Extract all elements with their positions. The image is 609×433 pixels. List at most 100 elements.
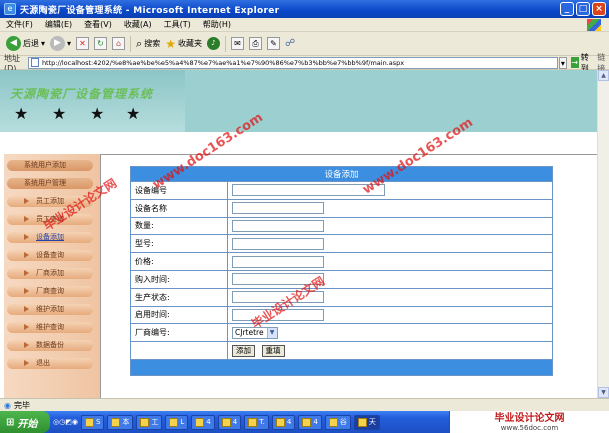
taskbar-item[interactable]: 4 [191,414,215,430]
star-icon: ★ [52,104,67,123]
go-arrow-icon: → [570,57,579,68]
messenger-icon[interactable]: ☍ [285,38,295,49]
chevron-down-icon: ▾ [41,39,46,48]
sidebar-item-data-backup[interactable]: 数据备份 [4,338,96,352]
maximize-icon[interactable]: □ [576,2,590,16]
ie-icon: e [4,3,16,15]
arrow-icon [24,360,29,366]
menu-edit[interactable]: 编辑(E) [39,19,78,30]
menu-tools[interactable]: 工具(T) [158,19,197,30]
taskbar-item[interactable]: 4 [217,414,242,430]
menu-favorites[interactable]: 收藏(A) [118,19,158,30]
star-icon: ★ [90,104,105,123]
sidebar-item-maintenance-add[interactable]: 维护添加 [4,302,96,316]
forward-arrow-icon: ▶ [50,36,66,51]
menu-bar: 文件(F) 编辑(E) 查看(V) 收藏(A) 工具(T) 帮助(H) [0,18,609,32]
chevron-down-icon: ▾ [67,39,72,48]
taskbar-item[interactable]: T. [244,414,269,430]
address-input[interactable]: http://localhost:4202/%e8%ae%be%e5%a4%87… [27,56,558,69]
taskbar-item[interactable]: 工 [136,414,163,430]
taskbar-item[interactable]: 本 [107,414,134,430]
start-label: 开始 [17,418,38,430]
arrow-icon [24,324,29,330]
arrow-icon [24,342,29,348]
close-icon[interactable]: × [592,2,606,16]
search-icon: ⌕ [136,36,143,50]
taskbar-item[interactable]: 天 [353,414,380,430]
scroll-up-icon[interactable]: ▲ [598,70,609,81]
back-label: 后退 [23,39,39,48]
back-arrow-icon: ◀ [6,36,21,51]
taskbar-item[interactable]: 谷 [324,414,351,430]
sidebar-item-exit[interactable]: 退出 [4,356,96,370]
taskbar-item[interactable]: 4 [298,414,322,430]
arrow-icon [24,198,29,204]
scroll-down-icon[interactable]: ▼ [598,387,609,398]
arrow-icon [24,288,29,294]
star-icon: ★ [14,104,29,123]
search-label: 搜索 [144,39,161,48]
field-label: 购入时间: [130,269,228,289]
field-label: 启用时间: [130,305,228,325]
toolbar-separator [224,35,226,52]
page-done-icon: ◉ [4,400,11,410]
minimize-icon[interactable]: _ [560,2,574,16]
sidebar-item-system-user-add[interactable]: 系统用户添加 [4,158,96,172]
reset-button[interactable]: 重填 [261,344,285,357]
brand-watermark: 毕业设计论文网 www.56doc.com [449,411,609,433]
sidebar-item-system-user-manage[interactable]: 系统用户管理 [4,176,96,190]
address-bar: 地址(D) http://localhost:4202/%e8%ae%be%e5… [0,53,609,73]
star-icon: ★ [126,104,141,123]
arrow-icon [24,270,29,276]
taskbar: ⊞ 开始 ◎◷◩◉ S 本 工 L 4 4 T. 4 4 谷 天 毕业设计论文网… [0,411,609,433]
field-label: 型号: [130,234,228,254]
brand-line2: www.56doc.com [500,423,559,432]
menu-view[interactable]: 查看(V) [78,19,118,30]
chevron-down-icon: ▼ [266,327,277,338]
field-label: 设备编号 [130,181,228,200]
sidebar-item-vendor-add[interactable]: 厂商添加 [4,266,96,280]
price-input[interactable] [232,255,324,268]
start-button[interactable]: ⊞ 开始 [0,411,50,433]
mail-icon[interactable]: ✉ [230,37,244,50]
home-icon[interactable]: ⌂ [112,37,126,50]
favorites-button[interactable]: ★ 收藏夹 [165,37,202,51]
site-title: 天源陶瓷厂设备管理系统 [10,87,154,101]
taskbar-item[interactable]: L [165,414,189,430]
stop-icon[interactable]: ✕ [76,37,90,50]
sidebar-item-device-query[interactable]: 设备查询 [4,248,96,262]
taskbar-item[interactable]: 4 [271,414,296,430]
windows-logo-icon: ⊞ [6,416,15,428]
quantity-input[interactable] [232,219,324,232]
address-dropdown-icon[interactable]: ▾ [558,56,567,69]
sidebar-item-vendor-query[interactable]: 厂商查询 [4,284,96,298]
toolbar-separator [130,35,132,52]
refresh-icon[interactable]: ↻ [94,37,108,50]
arrow-icon [24,234,29,240]
window-title-bar: e 天源陶瓷厂设备管理系统 - Microsoft Internet Explo… [0,0,609,18]
status-bar: ◉ 完毕 [0,398,609,411]
forward-button[interactable]: ▶ ▾ [50,36,71,51]
model-input[interactable] [232,237,324,250]
windows-flag-icon [587,19,601,31]
address-url: http://localhost:4202/%e8%ae%be%e5%a4%87… [41,58,405,67]
menu-help[interactable]: 帮助(H) [197,19,237,30]
empty-cell [130,341,228,360]
back-button[interactable]: ◀ 后退 ▾ [6,36,45,51]
media-icon[interactable]: ♪ [206,37,220,50]
favorites-star-icon: ★ [165,36,176,51]
search-button[interactable]: ⌕ 搜索 [136,37,160,51]
vertical-scrollbar[interactable]: ▲ ▼ [597,70,609,398]
sidebar-item-maintenance-query[interactable]: 维护查询 [4,320,96,334]
device-name-input[interactable] [232,202,324,215]
menu-file[interactable]: 文件(F) [0,19,39,30]
edit-icon[interactable]: ✎ [266,37,280,50]
field-label: 生产状态: [130,287,228,307]
window-title: 天源陶瓷厂设备管理系统 - Microsoft Internet Explore… [20,5,280,16]
print-icon[interactable]: ⎙ [248,37,262,50]
field-label: 数量: [130,216,228,236]
brand-line1: 毕业设计论文网 [494,412,565,424]
add-button[interactable]: 添加 [232,344,255,357]
taskbar-item[interactable]: S [80,414,105,430]
quick-launch-icon[interactable]: ◎◷◩◉ [53,415,78,430]
